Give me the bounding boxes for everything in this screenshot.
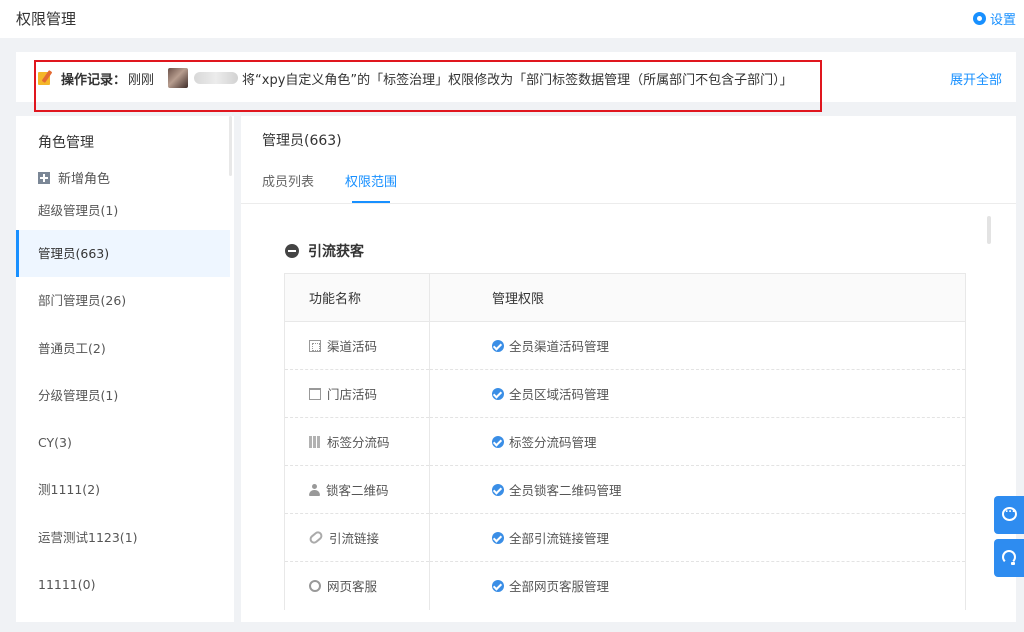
- tab-member-list[interactable]: 成员列表: [262, 171, 314, 190]
- permission-table: 功能名称 管理权限 渠道活码 全员渠道活码管理 门店活码 全员区域活码管理 标签…: [284, 273, 966, 610]
- permission-value: 全部网页客服管理: [509, 579, 610, 595]
- role-item[interactable]: 11111(0): [16, 561, 230, 608]
- chat-icon: [309, 579, 321, 592]
- link-icon: [307, 529, 325, 546]
- traffic-icon: [285, 244, 299, 258]
- check-circle-icon: [492, 339, 504, 352]
- column-header-function: 功能名称: [284, 273, 430, 322]
- top-bar: 权限管理 设置: [0, 0, 1024, 38]
- permission-value: 标签分流码管理: [509, 435, 597, 450]
- active-tab-indicator: [352, 201, 390, 203]
- function-name: 标签分流码: [327, 435, 390, 450]
- table-row: 标签分流码 标签分流码管理: [284, 417, 966, 466]
- role-item[interactable]: CY(3): [16, 419, 230, 466]
- check-circle-icon: [492, 579, 504, 592]
- message-bubble-icon: [1002, 505, 1017, 521]
- column-header-permission: 管理权限: [429, 273, 966, 322]
- blurred-username: [194, 72, 239, 84]
- store-icon: [309, 387, 321, 400]
- tab-permission-scope[interactable]: 权限范围: [345, 171, 397, 190]
- function-name: 门店活码: [327, 387, 378, 402]
- function-name: 锁客二维码: [326, 483, 389, 498]
- check-circle-icon: [492, 435, 504, 448]
- table-row: 门店活码 全员区域活码管理: [284, 369, 966, 418]
- table-row: 引流链接 全部引流链接管理: [284, 513, 966, 562]
- message-float-button[interactable]: [994, 496, 1024, 534]
- table-row: 渠道活码 全员渠道活码管理: [284, 321, 966, 370]
- role-item[interactable]: 超级管理员(1): [16, 192, 230, 230]
- gear-icon: [972, 12, 986, 25]
- operation-time: 刚刚: [128, 72, 155, 88]
- role-sidebar: 角色管理 新增角色 超级管理员(1) 管理员(663) 部门管理员(26) 普通…: [16, 116, 234, 622]
- permission-value: 全部引流链接管理: [509, 531, 610, 546]
- avatar: [168, 68, 189, 88]
- plus-icon: [38, 171, 50, 184]
- role-item[interactable]: 普通员工(2): [16, 325, 230, 372]
- role-item[interactable]: 部门管理员(26): [16, 277, 230, 324]
- function-name: 引流链接: [329, 531, 380, 546]
- tag-icon: [309, 435, 321, 448]
- operation-record: 操作记录： 刚刚 将“xpy自定义角色”的「标签治理」权限修改为「部门标签数据管…: [38, 68, 793, 88]
- sidebar-title: 角色管理: [38, 135, 94, 151]
- role-item[interactable]: 运营测试1123(1): [16, 514, 230, 561]
- table-row: 锁客二维码 全员锁客二维码管理: [284, 465, 966, 514]
- settings-button[interactable]: 设置: [972, 9, 1016, 28]
- role-item-active[interactable]: 管理员(663): [16, 230, 230, 278]
- user-lock-icon: [309, 483, 320, 496]
- check-circle-icon: [492, 531, 504, 544]
- function-name: 渠道活码: [327, 339, 378, 354]
- role-list: 超级管理员(1) 管理员(663) 部门管理员(26) 普通员工(2) 分级管理…: [16, 192, 230, 608]
- operation-record-bar: 操作记录： 刚刚 将“xpy自定义角色”的「标签治理」权限修改为「部门标签数据管…: [16, 52, 1016, 112]
- operation-record-label: 操作记录：: [61, 72, 127, 88]
- expand-all-link[interactable]: 展开全部: [950, 69, 1002, 88]
- operation-text: 将“xpy自定义角色”的「标签治理」权限修改为「部门标签数据管理（所属部门不包含…: [242, 72, 793, 88]
- check-circle-icon: [492, 483, 504, 496]
- check-circle-icon: [492, 387, 504, 400]
- tab-bar: 成员列表 权限范围: [241, 158, 1016, 204]
- permission-value: 全员区域活码管理: [509, 387, 610, 402]
- qr-grid-icon: [309, 339, 321, 352]
- table-row: 网页客服 全部网页客服管理: [284, 561, 966, 610]
- add-role-button[interactable]: 新增角色: [38, 168, 110, 187]
- sidebar-scrollbar[interactable]: [229, 116, 232, 176]
- add-role-label: 新增角色: [58, 172, 111, 187]
- permission-value: 全员锁客二维码管理: [509, 483, 622, 498]
- headset-icon: [1002, 550, 1016, 565]
- section-title: 引流获客: [308, 244, 364, 260]
- role-title: 管理员(663): [262, 133, 342, 149]
- main-panel: 管理员(663) 成员列表 权限范围 引流获客 功能名称 管理权限 渠道活码 全…: [241, 116, 1016, 622]
- function-name: 网页客服: [327, 579, 378, 595]
- page-title: 权限管理: [16, 10, 77, 28]
- support-float-button[interactable]: [994, 539, 1024, 577]
- note-icon: [38, 70, 54, 86]
- section-header: 引流获客: [285, 241, 364, 261]
- role-item[interactable]: 测1111(2): [16, 466, 230, 513]
- permission-value: 全员渠道活码管理: [509, 339, 610, 354]
- table-header-row: 功能名称 管理权限: [284, 273, 966, 322]
- main-scrollbar[interactable]: [987, 216, 991, 244]
- settings-label: 设置: [989, 13, 1016, 28]
- role-item[interactable]: 分级管理员(1): [16, 372, 230, 419]
